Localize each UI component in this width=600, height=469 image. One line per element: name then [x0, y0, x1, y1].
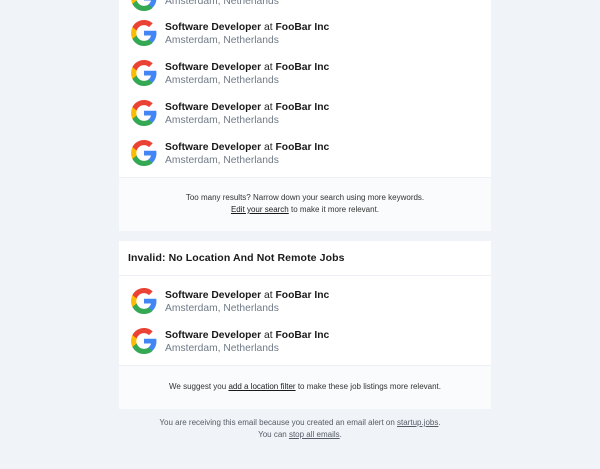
job-title[interactable]: Software Developer: [165, 290, 261, 301]
job-title[interactable]: Software Developer: [165, 330, 261, 341]
job-listing[interactable]: Software Developer at FooBar Inc Amsterd…: [119, 322, 491, 362]
at-text: at: [264, 330, 273, 341]
job-listing[interactable]: Software Developer at FooBar Inc Amsterd…: [119, 94, 491, 134]
job-location: Amsterdam, Netherlands: [165, 34, 279, 46]
job-title[interactable]: Software Developer: [165, 62, 261, 73]
at-text: at: [264, 62, 273, 73]
card-footer: We suggest you add a location filter to …: [119, 365, 491, 409]
period-text: .: [438, 418, 441, 427]
stop-emails-link[interactable]: stop all emails: [289, 430, 340, 439]
make-relevant-text: to make it more relevant.: [288, 205, 380, 214]
job-results-card: Amsterdam, Netherlands Software Develope…: [119, 0, 491, 231]
at-text: at: [264, 142, 273, 153]
invalid-jobs-card: Invalid: No Location And Not Remote Jobs…: [119, 241, 491, 409]
job-location: Amsterdam, Netherlands: [165, 302, 279, 314]
card-footer: Too many results? Narrow down your searc…: [119, 177, 491, 231]
suggest-rest-text: to make these job listings more relevant…: [295, 382, 441, 391]
google-logo-icon: [131, 20, 157, 46]
job-title[interactable]: Software Developer: [165, 102, 261, 113]
google-logo-icon: [131, 0, 157, 11]
period-text: .: [339, 430, 342, 439]
job-title[interactable]: Software Developer: [165, 142, 261, 153]
company-name: FooBar Inc: [275, 62, 330, 73]
job-listing-partial[interactable]: Amsterdam, Netherlands: [119, 0, 491, 14]
job-location: Amsterdam, Netherlands: [165, 74, 279, 86]
company-name: FooBar Inc: [275, 330, 330, 341]
company-name: FooBar Inc: [275, 102, 330, 113]
google-logo-icon: [131, 328, 157, 354]
company-name: FooBar Inc: [275, 142, 330, 153]
at-text: at: [264, 102, 273, 113]
job-location: Amsterdam, Netherlands: [165, 114, 279, 126]
google-logo-icon: [131, 100, 157, 126]
section-title: Invalid: No Location And Not Remote Jobs: [119, 241, 491, 276]
job-listing[interactable]: Software Developer at FooBar Inc Amsterd…: [119, 14, 491, 54]
job-listing[interactable]: Software Developer at FooBar Inc Amsterd…: [119, 282, 491, 322]
you-can-text: You can: [258, 430, 289, 439]
add-location-filter-link[interactable]: add a location filter: [228, 382, 295, 391]
too-many-results-text: Too many results? Narrow down your searc…: [185, 193, 425, 202]
company-name: FooBar Inc: [275, 22, 330, 33]
job-location: Amsterdam, Netherlands: [165, 154, 279, 166]
company-name: FooBar Inc: [275, 290, 330, 301]
receiving-text: You are receiving this email because you…: [159, 418, 398, 427]
job-listing[interactable]: Software Developer at FooBar Inc Amsterd…: [119, 134, 491, 174]
job-location: Amsterdam, Netherlands: [165, 342, 279, 354]
startup-jobs-link[interactable]: startup.jobs: [397, 418, 438, 427]
google-logo-icon: [131, 60, 157, 86]
job-location: Amsterdam, Netherlands: [165, 0, 279, 7]
google-logo-icon: [131, 288, 157, 314]
email-footer-note: You are receiving this email because you…: [0, 417, 600, 441]
at-text: at: [264, 290, 273, 301]
job-listing[interactable]: Software Developer at FooBar Inc Amsterd…: [119, 54, 491, 94]
job-title[interactable]: Software Developer: [165, 22, 261, 33]
google-logo-icon: [131, 140, 157, 166]
suggest-text: We suggest you: [168, 382, 229, 391]
edit-search-link[interactable]: Edit your search: [231, 205, 289, 214]
at-text: at: [264, 22, 273, 33]
